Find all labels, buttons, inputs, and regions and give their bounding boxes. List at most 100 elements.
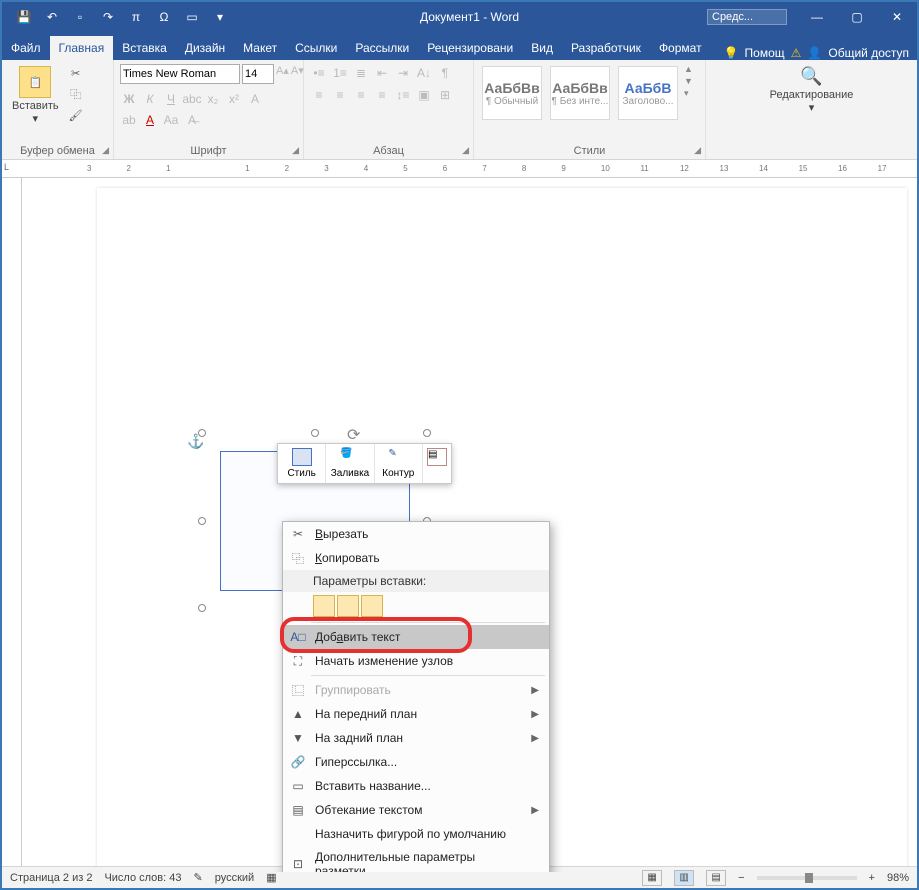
mini-style-button[interactable]: Стиль [278, 444, 326, 483]
web-layout-button[interactable]: ▤ [706, 870, 726, 886]
editing-button[interactable]: 🔍 Редактирование▾ [766, 64, 858, 116]
zoom-in-button[interactable]: + [869, 872, 875, 884]
horizontal-ruler[interactable]: L 3211234567891011121314151617 [2, 160, 917, 178]
tab-file[interactable]: Файл [2, 36, 50, 60]
print-layout-button[interactable]: ▥ [674, 870, 694, 886]
proofing-icon[interactable]: ✎ [194, 871, 203, 884]
decrease-indent-icon[interactable]: ⇤ [373, 64, 391, 82]
options-icon[interactable]: ▾ [208, 5, 232, 29]
shading-icon[interactable]: ▣ [415, 86, 433, 104]
paste-option-3[interactable] [361, 595, 383, 617]
mini-fill-button[interactable]: 🪣Заливка [326, 444, 374, 483]
tab-view[interactable]: Вид [522, 36, 562, 60]
page-viewport[interactable]: ⚓ ⟳ Стиль 🪣Заливка ✎Контур ▤ ✂ВВырезатьы… [22, 178, 917, 872]
cm-set-default[interactable]: Назначить фигурой по умолчанию [283, 822, 549, 846]
paste-option-1[interactable] [313, 595, 335, 617]
highlight-icon[interactable]: ab [120, 111, 138, 129]
zoom-value[interactable]: 98% [887, 872, 909, 884]
rotate-handle-icon[interactable]: ⟳ [347, 425, 365, 443]
cm-more-layout[interactable]: ⊡Дополнительные параметры разметки... [283, 846, 549, 872]
borders-icon[interactable]: ⊞ [436, 86, 454, 104]
styles-more-icon[interactable]: ▾ [684, 88, 693, 99]
cm-cut[interactable]: ✂ВВырезатьырезать [283, 522, 549, 546]
save-icon[interactable]: 💾 [12, 5, 36, 29]
cm-bring-front[interactable]: ▲На передний план▶ [283, 702, 549, 726]
cm-copy[interactable]: ⿻КопироватьКопировать [283, 546, 549, 570]
vertical-ruler[interactable] [2, 178, 22, 872]
tab-mailings[interactable]: Рассылки [346, 36, 418, 60]
page-break-icon[interactable]: ▭ [180, 5, 204, 29]
font-name-input[interactable] [120, 64, 240, 84]
zoom-out-button[interactable]: − [738, 872, 744, 884]
style-no-spacing[interactable]: АаБбВв¶ Без инте... [550, 66, 610, 120]
style-heading1[interactable]: АаБбВЗаголово... [618, 66, 678, 120]
share-label[interactable]: Общий доступ [828, 46, 909, 60]
close-button[interactable]: ✕ [877, 2, 917, 32]
tab-design[interactable]: Дизайн [176, 36, 234, 60]
cm-hyperlink[interactable]: 🔗Гиперссылка... [283, 750, 549, 774]
paste-option-2[interactable] [337, 595, 359, 617]
underline-icon[interactable]: Ч [162, 90, 180, 108]
macro-icon[interactable]: ▦ [266, 871, 276, 884]
help-label[interactable]: Помощ [745, 46, 785, 60]
copy-icon[interactable]: ⿻ [67, 85, 85, 103]
pi-icon[interactable]: π [124, 5, 148, 29]
tab-format[interactable]: Формат [650, 36, 711, 60]
cut-icon[interactable]: ✂ [67, 64, 85, 82]
paste-button[interactable]: 📋 Вставить▾ [8, 64, 63, 127]
strike-icon[interactable]: abc [183, 90, 201, 108]
multilevel-icon[interactable]: ≣ [352, 64, 370, 82]
superscript-icon[interactable]: x² [225, 90, 243, 108]
tab-home[interactable]: Главная [50, 36, 114, 60]
text-effect-icon[interactable]: A [246, 90, 264, 108]
cm-edit-points[interactable]: ⛶Начать изменение узлов [283, 649, 549, 673]
cm-wrap-text[interactable]: ▤Обтекание текстом▶ [283, 798, 549, 822]
omega-icon[interactable]: Ω [152, 5, 176, 29]
tab-references[interactable]: Ссылки [286, 36, 346, 60]
cm-insert-caption[interactable]: ▭Вставить название... [283, 774, 549, 798]
new-icon[interactable]: ▫ [68, 5, 92, 29]
align-right-icon[interactable]: ≡ [352, 86, 370, 104]
warning-icon[interactable]: ⚠ [791, 46, 802, 60]
styles-down-icon[interactable]: ▼ [684, 76, 693, 86]
justify-icon[interactable]: ≡ [373, 86, 391, 104]
mini-wrap-button[interactable]: ▤ [423, 444, 451, 483]
bullet-list-icon[interactable]: •≡ [310, 64, 328, 82]
status-words[interactable]: Число слов: 43 [104, 872, 181, 884]
status-page[interactable]: Страница 2 из 2 [10, 872, 92, 884]
redo-icon[interactable]: ↷ [96, 5, 120, 29]
number-list-icon[interactable]: 1≡ [331, 64, 349, 82]
subscript-icon[interactable]: x₂ [204, 90, 222, 108]
increase-indent-icon[interactable]: ⇥ [394, 64, 412, 82]
line-spacing-icon[interactable]: ↕≡ [394, 86, 412, 104]
minimize-button[interactable]: — [797, 2, 837, 32]
tab-review[interactable]: Рецензировани [418, 36, 522, 60]
resize-handle-nw[interactable] [198, 429, 206, 437]
maximize-button[interactable]: ▢ [837, 2, 877, 32]
align-center-icon[interactable]: ≡ [331, 86, 349, 104]
change-case-icon[interactable]: Aa [162, 111, 180, 129]
font-color-icon[interactable]: A [141, 111, 159, 129]
bold-icon[interactable]: Ж [120, 90, 138, 108]
share-icon[interactable]: 👤 [807, 46, 822, 60]
status-language[interactable]: русский [215, 872, 254, 884]
styles-up-icon[interactable]: ▲ [684, 64, 693, 74]
align-left-icon[interactable]: ≡ [310, 86, 328, 104]
show-marks-icon[interactable]: ¶ [436, 64, 454, 82]
clear-format-icon[interactable]: A̶ [183, 111, 201, 129]
cm-add-text[interactable]: A□Добавить текстДобавить текст [283, 625, 549, 649]
format-painter-icon[interactable]: 🖌 [67, 106, 85, 124]
tab-developer[interactable]: Разработчик [562, 36, 650, 60]
tab-layout[interactable]: Макет [234, 36, 286, 60]
zoom-slider[interactable] [757, 876, 857, 880]
tell-me-search[interactable]: Средс... [707, 9, 787, 25]
sort-icon[interactable]: A↓ [415, 64, 433, 82]
italic-icon[interactable]: К [141, 90, 159, 108]
mini-outline-button[interactable]: ✎Контур [375, 444, 423, 483]
tab-insert[interactable]: Вставка [113, 36, 176, 60]
resize-handle-ne[interactable] [423, 429, 431, 437]
help-icon[interactable]: 💡 [724, 46, 739, 60]
resize-handle-n[interactable] [311, 429, 319, 437]
cm-send-back[interactable]: ▼На задний план▶ [283, 726, 549, 750]
font-size-input[interactable] [242, 64, 274, 84]
